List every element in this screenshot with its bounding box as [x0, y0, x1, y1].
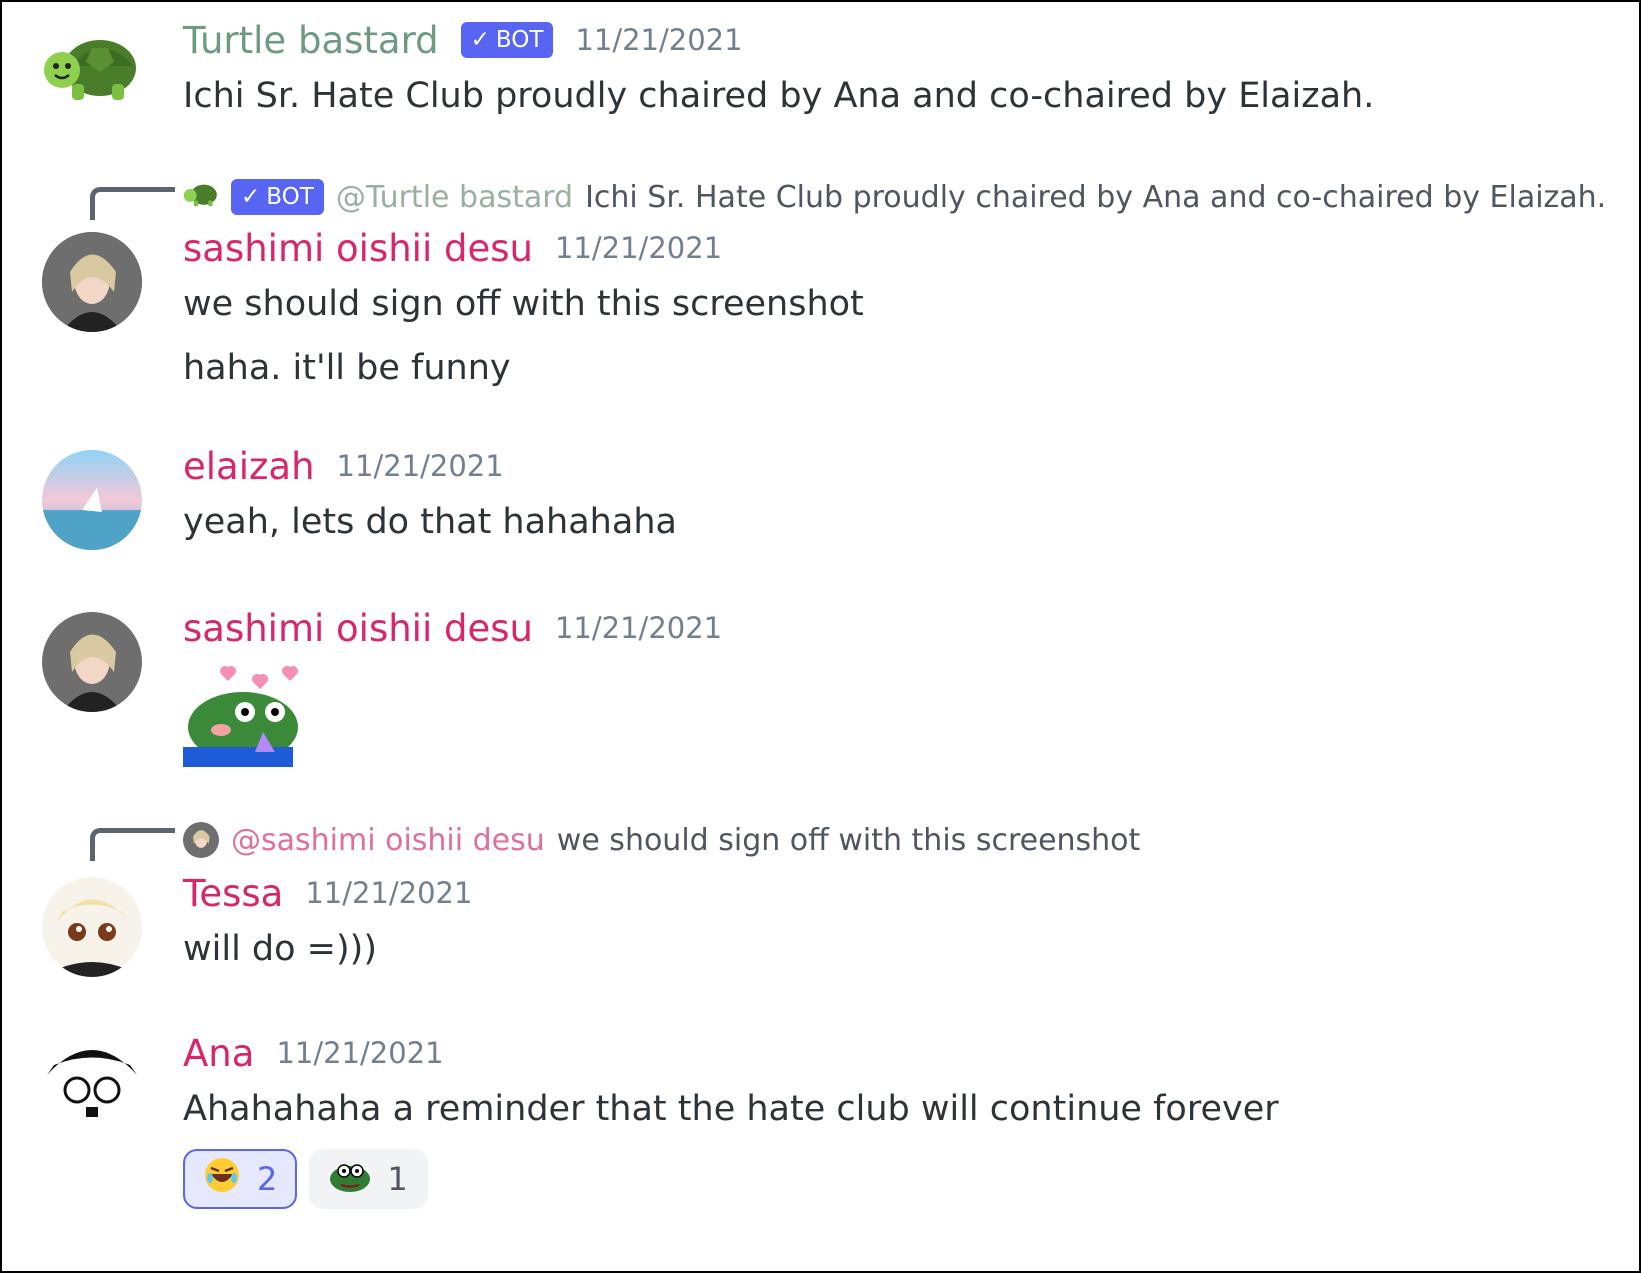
message-header: sashimi oishii desu 11/21/2021: [183, 222, 1619, 274]
username[interactable]: sashimi oishii desu: [183, 607, 533, 650]
bot-badge: ✓ BOT: [231, 179, 324, 215]
pepe-hearts-sticker[interactable]: [183, 662, 303, 767]
timestamp[interactable]: 11/21/2021: [276, 1036, 443, 1070]
reply-mention[interactable]: @sashimi oishii desu: [231, 823, 545, 858]
message-text: Ichi Sr. Hate Club proudly chaired by An…: [183, 76, 1375, 116]
timestamp[interactable]: 11/21/2021: [337, 449, 504, 483]
timestamp[interactable]: 11/21/2021: [305, 876, 472, 910]
message-text: yeah, lets do that hahahaha: [183, 502, 677, 542]
reply-spine: [90, 828, 175, 861]
reaction-count: 1: [387, 1160, 408, 1198]
username[interactable]: elaizah: [183, 445, 315, 488]
reaction-pepe[interactable]: 1: [309, 1149, 428, 1209]
sashimi-mini-avatar: [183, 822, 219, 858]
message-header: Ana 11/21/2021: [183, 1027, 1619, 1079]
username[interactable]: Turtle bastard: [183, 19, 439, 62]
reply-spine: [90, 187, 175, 220]
timestamp[interactable]: 11/21/2021: [575, 23, 742, 57]
username[interactable]: Ana: [183, 1032, 254, 1075]
message-text: we should sign off with this screenshot: [183, 284, 864, 324]
chat-window: Turtle bastard ✓ BOT 11/21/2021 Ichi Sr.…: [0, 0, 1641, 1273]
rolling-on-floor-laughing-emoji: [203, 1156, 241, 1202]
username[interactable]: Tessa: [183, 872, 283, 915]
reactions-bar: 2 1: [183, 1149, 1619, 1209]
message-header: Tessa 11/21/2021: [183, 867, 1619, 919]
bot-badge-label: BOT: [495, 27, 544, 53]
reply-text: we should sign off with this screenshot: [556, 822, 1141, 858]
tessa-avatar[interactable]: [42, 877, 142, 977]
reply-mention[interactable]: @Turtle bastard: [336, 180, 573, 215]
turtle-mini-avatar: [183, 179, 219, 215]
message-text: will do =))): [183, 929, 377, 969]
pepe-emoji: [329, 1157, 371, 1201]
reply-preview[interactable]: ✓ BOT @Turtle bastard Ichi Sr. Hate Club…: [183, 177, 1606, 217]
checkmark-icon: ✓: [241, 184, 261, 210]
sashimi-avatar[interactable]: [42, 232, 142, 332]
username[interactable]: sashimi oishii desu: [183, 227, 533, 270]
timestamp[interactable]: 11/21/2021: [555, 231, 722, 265]
message-header: Turtle bastard ✓ BOT 11/21/2021: [183, 14, 1619, 66]
reply-text: Ichi Sr. Hate Club proudly chaired by An…: [585, 179, 1607, 215]
reaction-count: 2: [257, 1160, 278, 1198]
sashimi-avatar[interactable]: [42, 612, 142, 712]
bot-badge-label: BOT: [266, 184, 314, 210]
message-header: elaizah 11/21/2021: [183, 440, 1619, 492]
reply-preview[interactable]: @sashimi oishii desu we should sign off …: [183, 820, 1140, 860]
reaction-rofl[interactable]: 2: [183, 1149, 298, 1209]
elaizah-avatar[interactable]: [42, 450, 142, 550]
checkmark-icon: ✓: [470, 27, 490, 53]
message-header: sashimi oishii desu 11/21/2021: [183, 602, 1619, 654]
bot-badge: ✓ BOT: [460, 22, 554, 58]
message-text: Ahahahaha a reminder that the hate club …: [183, 1089, 1279, 1129]
turtle-avatar[interactable]: [42, 26, 142, 126]
ana-avatar[interactable]: [42, 1035, 142, 1135]
message-text: haha. it'll be funny: [183, 348, 511, 388]
timestamp[interactable]: 11/21/2021: [555, 611, 722, 645]
